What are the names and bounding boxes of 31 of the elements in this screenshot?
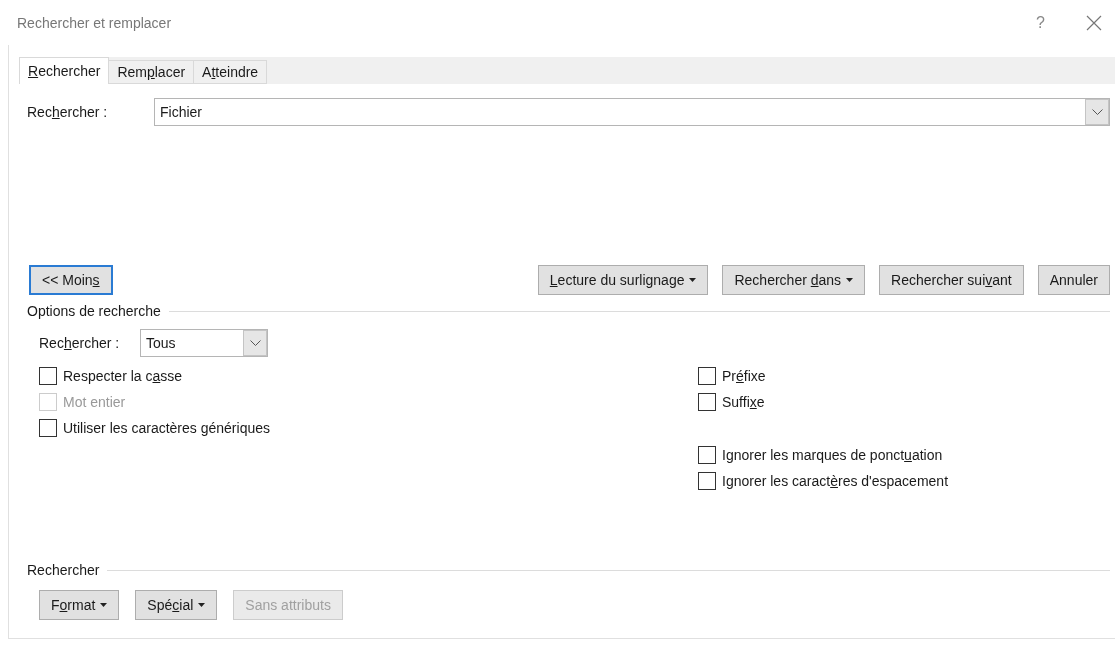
checkbox-option[interactable]: Suffixe — [698, 389, 1110, 415]
menu-button[interactable]: Format — [39, 590, 120, 620]
field-label: Rechercher : — [39, 335, 121, 351]
menu-button[interactable]: Lecture du surlignage — [537, 265, 709, 295]
section-title: Options de recherche — [27, 303, 161, 319]
chevron-down-icon — [1091, 109, 1103, 115]
menu-button[interactable]: Rechercher dans — [722, 265, 866, 295]
field-label: Rechercher : — [27, 104, 109, 120]
tab[interactable]: Atteindre — [193, 60, 268, 84]
caret-icon — [198, 603, 206, 607]
caret-icon — [846, 278, 854, 282]
button[interactable]: Rechercher suivant — [879, 265, 1024, 295]
close-icon[interactable] — [1085, 13, 1103, 32]
checkbox-option[interactable]: Respecter la casse — [39, 363, 698, 389]
caret-icon — [689, 278, 697, 282]
tab[interactable]: Rechercher — [19, 57, 110, 84]
caret-icon — [100, 603, 108, 607]
chevron-down-icon — [249, 340, 261, 346]
tab[interactable]: Remplacer — [108, 60, 195, 84]
button[interactable]: Annuler — [1037, 265, 1110, 295]
search-combobox[interactable]: Fichier — [154, 98, 1110, 126]
checkbox-option[interactable]: Utiliser les caractères génériques — [39, 415, 698, 441]
menu-button[interactable]: Spécial — [135, 590, 218, 620]
window-title: Rechercher et remplacer — [17, 14, 173, 31]
less-button[interactable]: << Moins — [29, 265, 113, 295]
section-title: Rechercher — [27, 562, 100, 578]
help-button[interactable]: ? — [1036, 13, 1045, 32]
checkbox-option[interactable]: Ignorer les caractères d'espacement — [698, 468, 1110, 494]
direction-select[interactable]: Tous — [140, 329, 268, 357]
checkbox-option[interactable]: Préfixe — [698, 363, 1110, 389]
checkbox-option[interactable]: Ignorer les marques de ponctuation — [698, 442, 1110, 468]
